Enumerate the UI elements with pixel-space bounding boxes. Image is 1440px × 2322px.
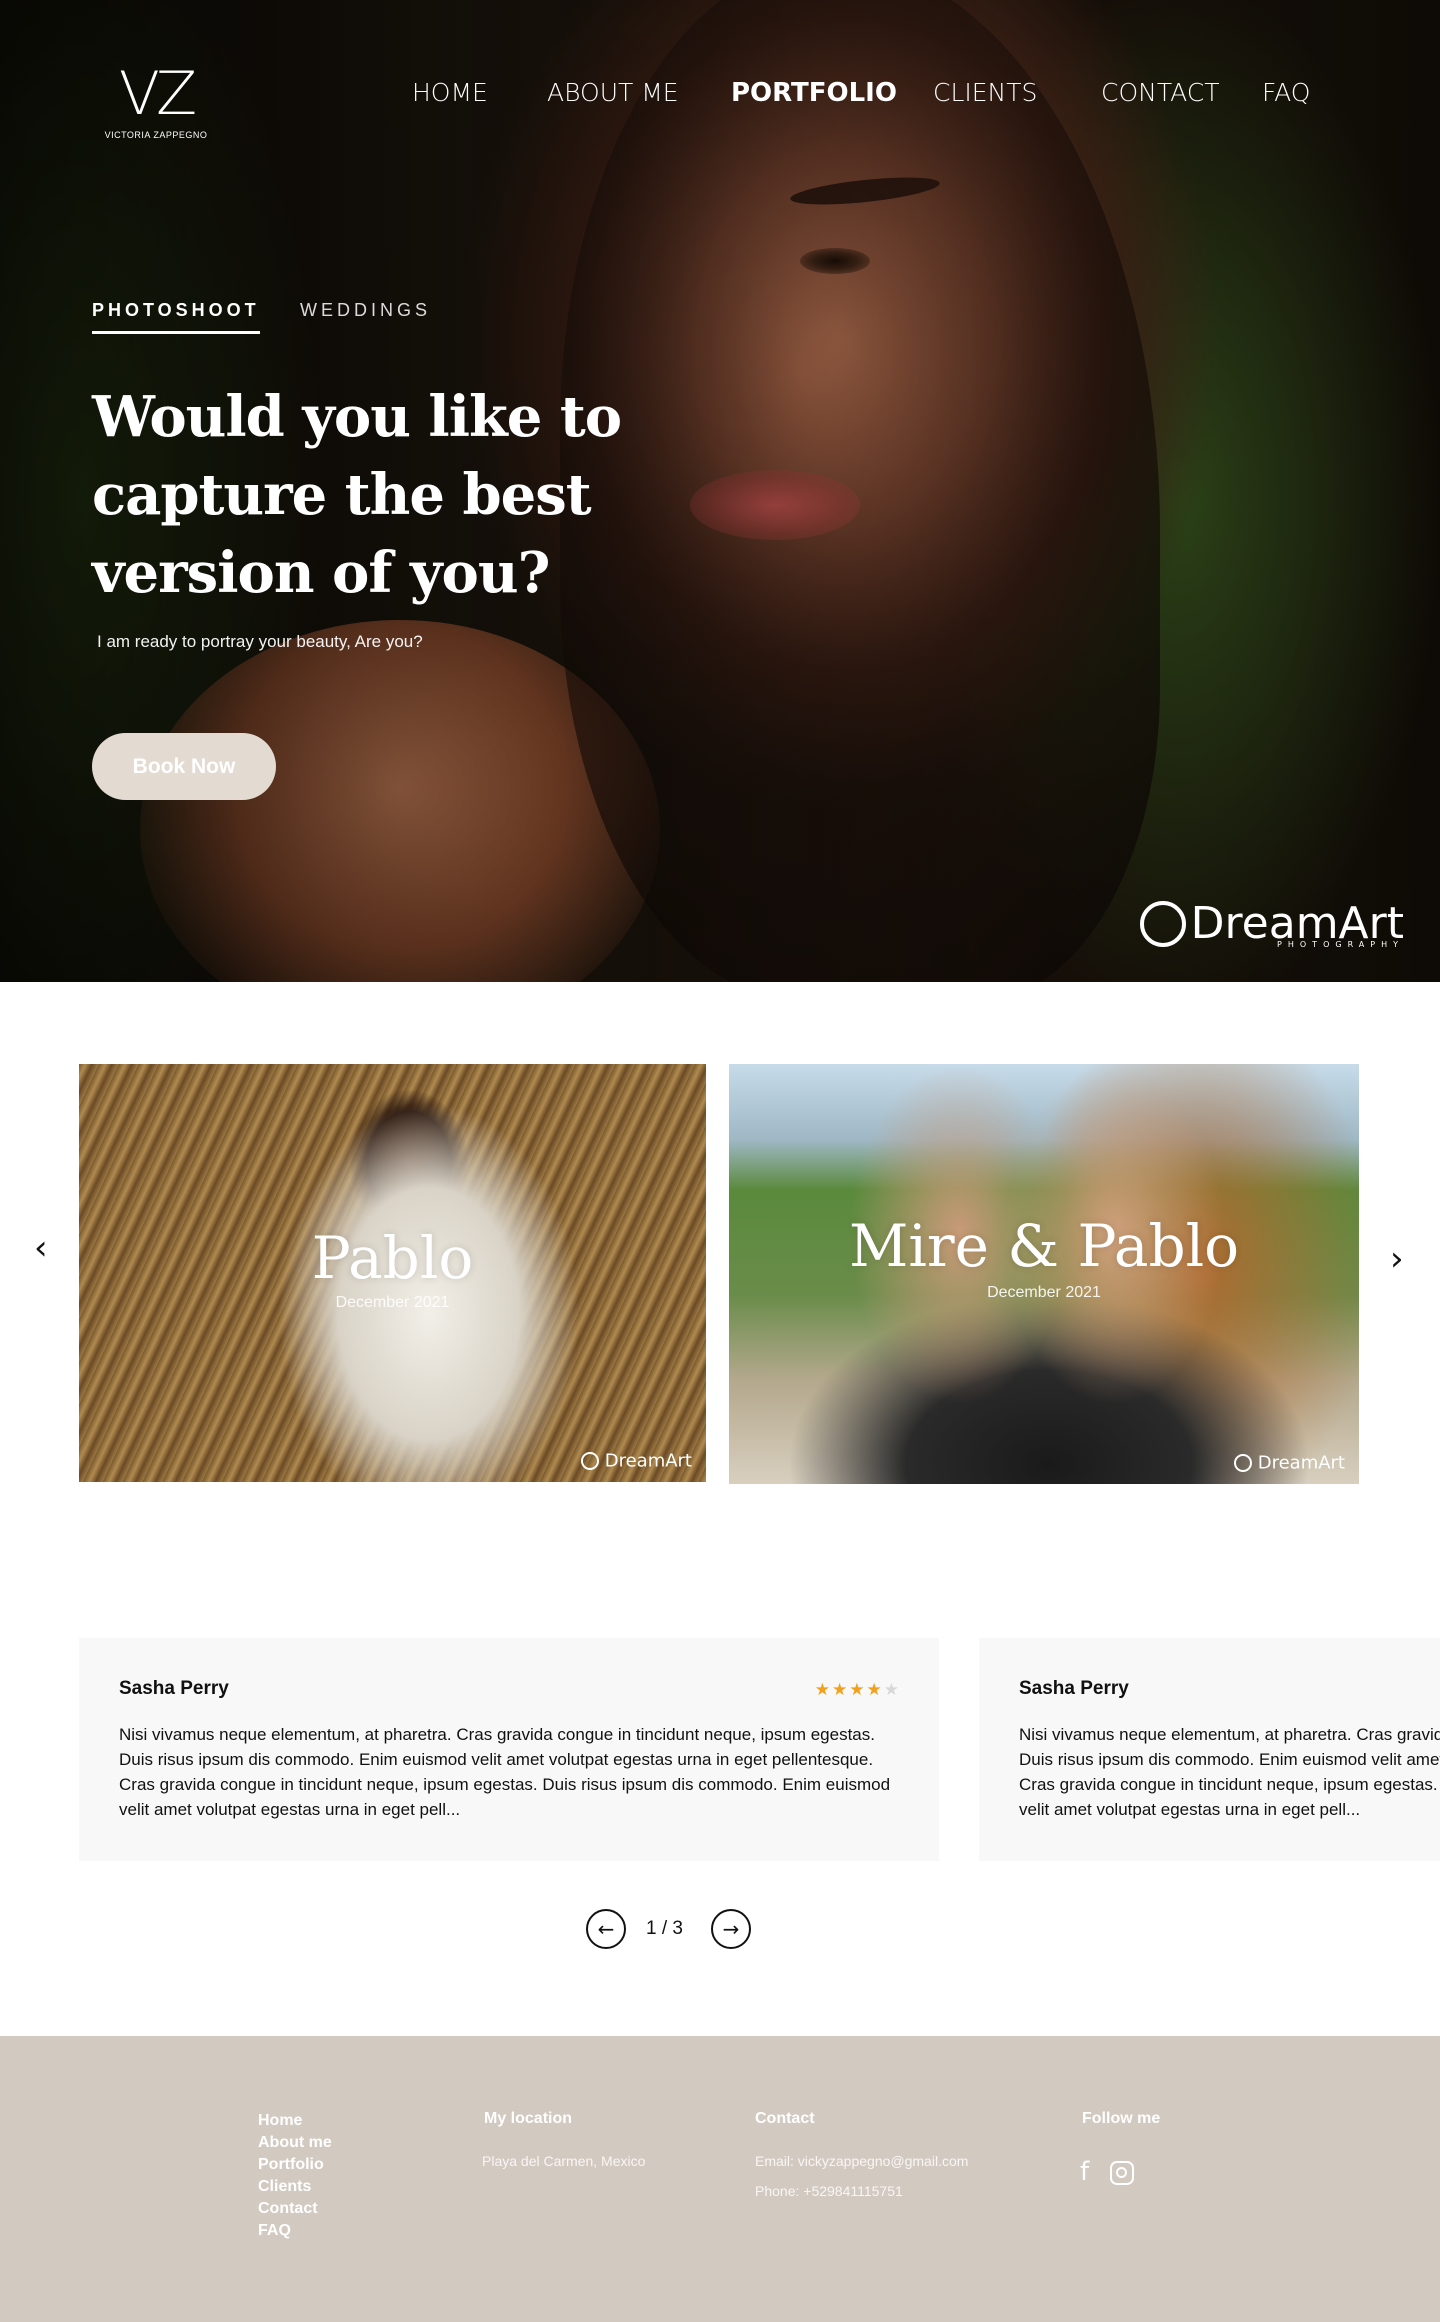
location-text: Playa del Carmen, Mexico <box>482 2153 646 2169</box>
site-footer: Home About me Portfolio Clients Contact … <box>0 2036 1440 2322</box>
pager-next-arrow-right-icon[interactable]: → <box>711 1909 751 1949</box>
dreamart-logo-icon <box>1139 900 1186 947</box>
testimonial-author: Sasha Perry <box>1019 1678 1129 1699</box>
testimonial-pager: ← 1 / 3 → <box>586 1909 754 1949</box>
nav-portfolio[interactable]: PORTFOLIO <box>731 78 897 108</box>
instagram-icon[interactable] <box>1110 2161 1134 2185</box>
pager-count: 1 / 3 <box>646 1918 683 1940</box>
nav-contact[interactable]: CONTACT <box>1101 78 1220 107</box>
star-empty-icon: ★ <box>883 1680 901 1699</box>
footer-link-portfolio[interactable]: Portfolio <box>258 2154 332 2176</box>
testimonial-author: Sasha Perry <box>119 1678 229 1699</box>
gallery-card-title: Mire & Pablo <box>848 1212 1240 1280</box>
watermark-text: DreamArt <box>1257 1452 1345 1474</box>
location-title: My location <box>484 2110 573 2127</box>
gallery-card-pablo[interactable]: Pablo December 2021 DreamArt <box>79 1064 706 1482</box>
tab-weddings[interactable]: WEDDINGS <box>300 300 431 331</box>
footer-link-about[interactable]: About me <box>258 2132 332 2154</box>
facebook-icon[interactable]: f <box>1080 2159 1089 2185</box>
portfolio-gallery: ‹ Pablo December 2021 DreamArt Mire & Pa… <box>0 1064 1440 1484</box>
star-icon: ★ <box>866 1680 884 1699</box>
contact-title: Contact <box>755 2110 815 2127</box>
gallery-card-date: December 2021 <box>987 1284 1101 1301</box>
dreamart-logo-icon <box>1233 1454 1252 1472</box>
hero-watermark: DreamArt PHOTOGRAPHY <box>1139 898 1404 949</box>
card-watermark: DreamArt <box>580 1450 692 1472</box>
main-nav: HOME ABOUT ME PORTFOLIO CLIENTS CONTACT … <box>0 78 1440 114</box>
headline-line-2: capture the best <box>92 462 592 528</box>
headline-line-1: Would you like to <box>92 384 622 450</box>
hero-tagline: I am ready to portray your beauty, Are y… <box>97 632 423 651</box>
nav-home[interactable]: HOME <box>412 78 488 107</box>
follow-title: Follow me <box>1082 2110 1161 2127</box>
testimonial-text: Nisi vivamus neque elementum, at pharetr… <box>1019 1725 1440 1819</box>
footer-contact: Contact Email: vickyzappegno@gmail.com P… <box>755 2110 968 2199</box>
star-icon: ★ <box>814 1680 832 1699</box>
hero-headline: Would you like to capture the best versi… <box>92 378 712 612</box>
gallery-card-date: December 2021 <box>335 1294 450 1311</box>
gallery-card-mire-pablo[interactable]: Mire & Pablo December 2021 DreamArt <box>729 1064 1359 1484</box>
pager-total: 3 <box>672 1918 683 1939</box>
dreamart-logo-icon <box>580 1452 599 1470</box>
headline-line-3: version of you? <box>92 540 550 606</box>
gallery-next-chevron-right-icon[interactable]: › <box>1390 1242 1404 1276</box>
footer-follow: Follow me <box>1082 2110 1160 2128</box>
pager-separator: / <box>661 1918 668 1939</box>
star-icon: ★ <box>832 1680 850 1699</box>
tab-photoshoot[interactable]: PHOTOSHOOT <box>92 300 260 334</box>
watermark-text: DreamArt <box>604 1450 692 1472</box>
nav-clients[interactable]: CLIENTS <box>933 78 1037 107</box>
book-now-button[interactable]: Book Now <box>92 733 276 800</box>
footer-link-home[interactable]: Home <box>258 2110 332 2132</box>
contact-email[interactable]: Email: vickyzappegno@gmail.com <box>755 2153 968 2169</box>
footer-link-faq[interactable]: FAQ <box>258 2220 332 2242</box>
logo-subtitle: VICTORIA ZAPPEGNO <box>104 130 208 140</box>
contact-phone[interactable]: Phone: +529841115751 <box>755 2183 968 2199</box>
footer-link-clients[interactable]: Clients <box>258 2176 332 2198</box>
testimonial-card: Sasha Perry ★★★★★ Nisi vivamus neque ele… <box>79 1638 939 1861</box>
testimonial-text: Nisi vivamus neque elementum, at pharetr… <box>119 1725 891 1819</box>
footer-location: My location Playa del Carmen, Mexico <box>482 2110 646 2169</box>
star-icon: ★ <box>849 1680 867 1699</box>
footer-links: Home About me Portfolio Clients Contact … <box>258 2110 332 2242</box>
pager-prev-arrow-left-icon[interactable]: ← <box>586 1909 626 1949</box>
nav-about-me[interactable]: ABOUT ME <box>547 78 679 107</box>
nav-faq[interactable]: FAQ <box>1262 78 1310 107</box>
testimonial-card: Sasha Perry Nisi vivamus neque elementum… <box>979 1638 1440 1861</box>
footer-link-contact[interactable]: Contact <box>258 2198 332 2220</box>
hero-section: VZ VICTORIA ZAPPEGNO HOME ABOUT ME PORTF… <box>0 0 1440 982</box>
pager-current: 1 <box>646 1918 657 1939</box>
gallery-prev-chevron-left-icon[interactable]: ‹ <box>34 1231 48 1265</box>
watermark-subtext: PHOTOGRAPHY <box>1277 940 1404 949</box>
rating-stars: ★★★★★ <box>815 1680 901 1700</box>
gallery-card-title: Pablo <box>311 1224 474 1292</box>
card-watermark: DreamArt <box>1233 1452 1345 1474</box>
